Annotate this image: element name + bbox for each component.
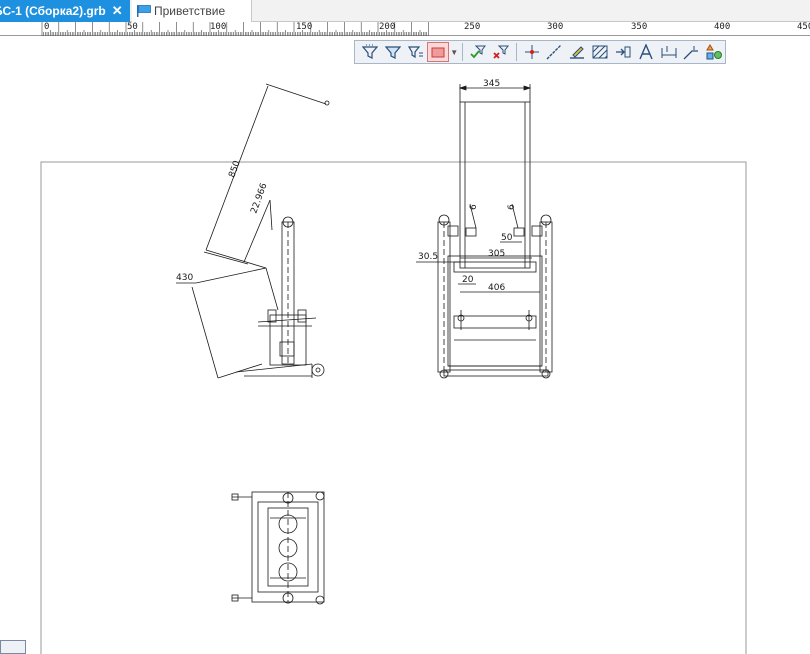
move-icon	[615, 46, 631, 58]
dim-30-5: 30.5	[418, 252, 438, 262]
sheet-border	[40, 161, 747, 654]
hatch-icon	[592, 45, 608, 59]
dim-430: 430	[176, 273, 193, 283]
ruler-label: 0	[44, 22, 50, 32]
ruler-label: 300	[547, 22, 564, 32]
horizontal-ruler: 0 50 100 150 200 250 300 350 400 450	[0, 22, 810, 36]
shapes-button[interactable]	[703, 42, 725, 62]
dim-345: 345	[483, 79, 500, 89]
point-button[interactable]	[521, 42, 543, 62]
filter-list-icon	[407, 46, 423, 59]
ruler-label: 150	[296, 22, 313, 32]
hatch-button[interactable]	[589, 42, 611, 62]
document-tab-bar: БС-1 (Сборка2).grb ✕ Приветствие	[0, 0, 810, 22]
ruler-label: 400	[714, 22, 731, 32]
pen-line-button[interactable]	[566, 42, 588, 62]
filter-icon	[361, 44, 378, 59]
dimension-icon	[661, 46, 677, 58]
filter-select-icon	[384, 46, 401, 59]
tab-welcome[interactable]: Приветствие	[132, 0, 252, 22]
view-toggle-widget[interactable]	[0, 640, 26, 654]
ruler-label: 450	[797, 22, 810, 32]
filter-clear-button[interactable]	[490, 42, 512, 62]
tab-assembly-document[interactable]: БС-1 (Сборка2).grb ✕	[0, 0, 130, 22]
move-button[interactable]	[612, 42, 634, 62]
front-view	[416, 84, 553, 379]
filter-apply-icon	[470, 45, 487, 59]
toolbar-separator	[515, 43, 517, 61]
filter-button[interactable]	[359, 42, 381, 62]
ruler-label: 200	[379, 22, 396, 32]
shapes-icon	[706, 44, 723, 60]
flag-icon	[137, 5, 151, 17]
leader-button[interactable]	[680, 42, 702, 62]
dim-20: 20	[462, 275, 474, 285]
filter-select-button[interactable]	[382, 42, 404, 62]
line-button[interactable]	[544, 42, 566, 62]
ruler-label: 350	[631, 22, 648, 32]
ruler-label: 100	[210, 22, 227, 32]
point-icon	[524, 45, 539, 59]
filter-list-button[interactable]	[405, 42, 427, 62]
tab-label: Приветствие	[154, 4, 226, 18]
dim-50: 50	[501, 233, 513, 243]
leader-icon	[683, 46, 699, 60]
ruler-ticks	[41, 22, 429, 36]
color-fill-button[interactable]	[427, 42, 450, 62]
drawing-canvas[interactable]: 345 850 22.966 430 30.5 305 20 406 50 6 …	[0, 36, 810, 654]
color-fill-icon	[431, 47, 445, 58]
filter-toolbar: ▼	[354, 40, 726, 64]
line-icon	[546, 44, 562, 60]
close-icon[interactable]: ✕	[112, 3, 123, 19]
filter-clear-icon	[493, 45, 509, 59]
tab-label: БС-1 (Сборка2).grb	[0, 4, 106, 18]
toolbar-separator	[462, 43, 464, 61]
dimension-labels: 345 850 22.966 430 30.5 305 20 406 50 6 …	[176, 79, 517, 293]
text-button[interactable]	[635, 42, 657, 62]
side-view	[176, 83, 330, 379]
dim-22-966: 22.966	[249, 182, 269, 215]
dimension-button[interactable]	[658, 42, 680, 62]
text-icon	[639, 44, 653, 60]
chevron-down-icon[interactable]: ▼	[450, 42, 458, 62]
dim-6a: 6	[469, 204, 479, 210]
dim-406: 406	[488, 283, 505, 293]
ruler-label: 50	[127, 22, 138, 32]
ruler-label: 250	[464, 22, 481, 32]
top-view	[231, 491, 325, 605]
dim-6b: 6	[507, 204, 517, 210]
filter-apply-button[interactable]	[467, 42, 489, 62]
dim-305: 305	[488, 249, 505, 259]
pen-line-icon	[570, 46, 585, 59]
